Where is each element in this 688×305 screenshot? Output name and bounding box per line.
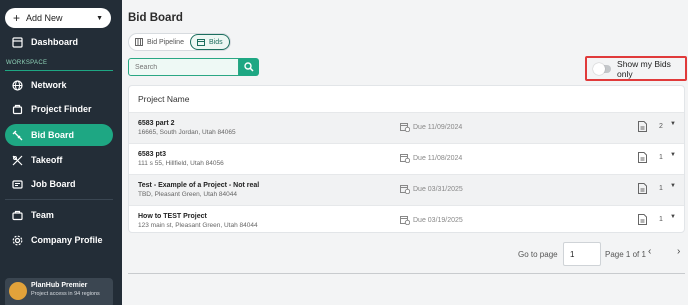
page-of-text: Page 1 of 1 xyxy=(605,249,646,259)
calendar-icon xyxy=(196,38,205,46)
sidebar-item-network[interactable]: Network xyxy=(5,74,113,96)
due-date-text: Due 11/08/2024 xyxy=(413,154,463,162)
calendar-clock-icon xyxy=(400,184,410,194)
gear-icon xyxy=(11,234,23,246)
due-date: Due 11/08/2024 xyxy=(400,153,462,163)
toggle-label: Show my Bids only xyxy=(617,58,671,79)
document-icon[interactable] xyxy=(638,152,647,163)
due-date-text: Due 03/31/2025 xyxy=(413,185,463,193)
due-date: Due 11/09/2024 xyxy=(400,122,462,132)
document-icon[interactable] xyxy=(638,121,647,132)
premium-title: PlanHub Premier xyxy=(31,282,88,289)
premium-banner[interactable]: PlanHub Premier Project access in 94 reg… xyxy=(5,278,113,305)
takeoff-icon xyxy=(11,154,23,166)
calendar-clock-icon xyxy=(400,215,410,225)
project-address: 16665, South Jordan, Utah 84065 xyxy=(138,129,236,136)
table-header-project-name: Project Name xyxy=(129,86,684,113)
sidebar: + Add New ▼ Dashboard WORKSPACE Network … xyxy=(0,0,122,305)
show-my-bids-highlight: Show my Bids only xyxy=(585,56,687,81)
sidebar-item-label: Bid Board xyxy=(31,130,75,140)
due-date: Due 03/31/2025 xyxy=(400,184,463,194)
project-name: 6583 pt3 xyxy=(138,151,167,158)
table-row[interactable]: 6583 pt3 111 s 55, Hillfield, Utah 84056… xyxy=(129,144,684,175)
caret-down-icon: ▼ xyxy=(96,14,103,22)
sidebar-item-takeoff[interactable]: Takeoff xyxy=(5,149,113,171)
due-date: Due 03/19/2025 xyxy=(400,215,463,225)
bids-table: Project Name 6583 part 2 16665, South Jo… xyxy=(128,85,685,233)
due-date-text: Due 11/09/2024 xyxy=(413,123,463,131)
calendar-clock-icon xyxy=(400,153,410,163)
table-row[interactable]: How to TEST Project 123 main st, Pleasan… xyxy=(129,206,684,232)
sidebar-item-label: Project Finder xyxy=(31,104,92,114)
plus-icon: + xyxy=(13,11,21,25)
document-count: 1 xyxy=(659,216,663,223)
project-finder-icon xyxy=(11,103,23,115)
prev-page-icon[interactable]: ‹ xyxy=(648,246,651,257)
sidebar-item-team[interactable]: Team xyxy=(5,204,113,226)
sidebar-item-label: Job Board xyxy=(31,179,76,189)
chevron-down-icon[interactable]: ▼ xyxy=(670,214,676,220)
footer-divider xyxy=(128,273,685,274)
next-page-icon[interactable]: › xyxy=(677,246,680,257)
project-name: Test - Example of a Project - Not real xyxy=(138,182,260,189)
document-count: 1 xyxy=(659,154,663,161)
sidebar-item-dashboard[interactable]: Dashboard xyxy=(5,31,113,53)
premium-badge-icon xyxy=(9,282,27,300)
page-title: Bid Board xyxy=(128,12,183,24)
section-label-workspace: WORKSPACE xyxy=(6,60,48,66)
search-button[interactable] xyxy=(239,58,259,76)
toggle-knob xyxy=(593,62,605,75)
sidebar-item-label: Network xyxy=(31,80,67,90)
section-divider xyxy=(5,70,113,71)
project-name: 6583 part 2 xyxy=(138,120,175,127)
section-divider xyxy=(5,199,113,200)
sidebar-item-bid-board[interactable]: Bid Board xyxy=(5,124,113,146)
chevron-down-icon[interactable]: ▼ xyxy=(670,152,676,158)
sidebar-item-project-finder[interactable]: Project Finder xyxy=(5,98,113,120)
add-new-button[interactable]: + Add New ▼ xyxy=(5,8,111,28)
dashboard-icon xyxy=(11,36,23,48)
job-board-icon xyxy=(11,178,23,190)
document-icon[interactable] xyxy=(638,183,647,194)
table-row[interactable]: Test - Example of a Project - Not real T… xyxy=(129,175,684,206)
pipeline-icon xyxy=(135,38,143,46)
bid-board-icon xyxy=(11,129,23,141)
tab-label: Bid Pipeline xyxy=(147,38,184,46)
chevron-down-icon[interactable]: ▼ xyxy=(670,183,676,189)
page-number-input[interactable]: 1 xyxy=(563,242,601,266)
table-row[interactable]: 6583 part 2 16665, South Jordan, Utah 84… xyxy=(129,113,684,144)
document-icon[interactable] xyxy=(638,214,647,225)
tab-bids[interactable]: Bids xyxy=(189,34,230,50)
show-my-bids-toggle[interactable] xyxy=(593,62,612,75)
goto-page-label: Go to page xyxy=(518,249,558,259)
add-new-label: Add New xyxy=(26,13,63,23)
sidebar-item-company-profile[interactable]: Company Profile xyxy=(5,229,113,251)
search-input[interactable] xyxy=(128,58,239,76)
project-address: 111 s 55, Hillfield, Utah 84056 xyxy=(138,160,224,167)
tab-label: Bids xyxy=(208,38,223,46)
project-name: How to TEST Project xyxy=(138,213,207,220)
premium-subtitle: Project access in 94 regions xyxy=(31,291,100,297)
project-address: 123 main st, Pleasant Green, Utah 84044 xyxy=(138,222,258,229)
chevron-down-icon[interactable]: ▼ xyxy=(670,121,676,127)
project-address: TBD, Pleasant Green, Utah 84044 xyxy=(138,191,238,198)
sidebar-item-label: Takeoff xyxy=(31,155,63,165)
sidebar-item-label: Team xyxy=(31,210,54,220)
calendar-clock-icon xyxy=(400,122,410,132)
search-icon xyxy=(244,62,254,72)
view-tabs: Bid Pipeline Bids xyxy=(128,33,231,51)
sidebar-item-label: Dashboard xyxy=(31,37,79,47)
due-date-text: Due 03/19/2025 xyxy=(413,216,463,224)
tab-bid-pipeline[interactable]: Bid Pipeline xyxy=(129,34,190,50)
document-count: 2 xyxy=(659,123,663,130)
network-icon xyxy=(11,79,23,91)
sidebar-item-label: Company Profile xyxy=(31,235,103,245)
team-icon xyxy=(11,209,23,221)
document-count: 1 xyxy=(659,185,663,192)
main-content: Bid Board Bid Pipeline Bids Show my Bids… xyxy=(122,0,688,305)
sidebar-item-job-board[interactable]: Job Board xyxy=(5,173,113,195)
